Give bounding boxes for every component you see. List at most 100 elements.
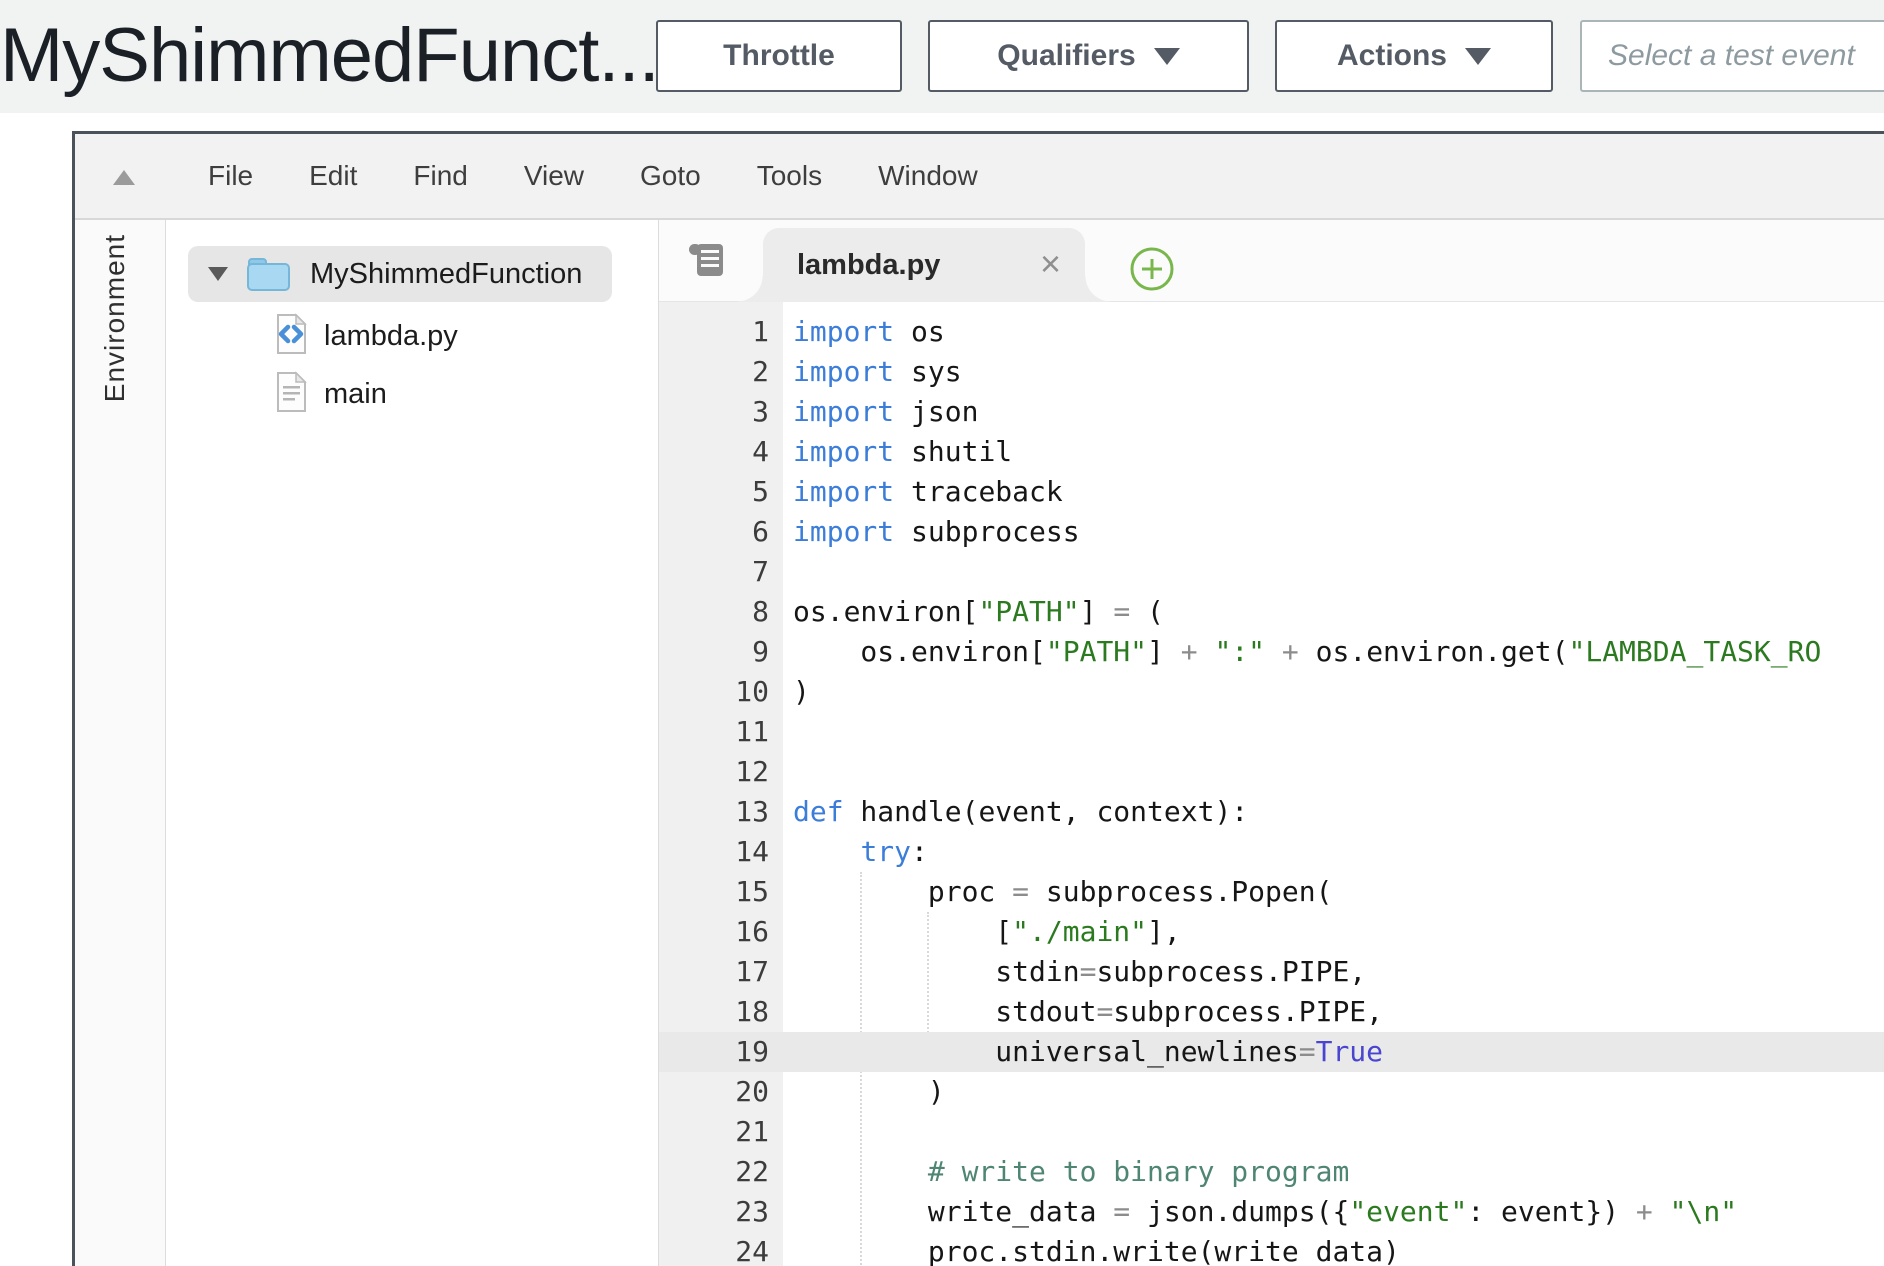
side-tab-strip: Environment	[75, 220, 166, 1266]
tab-lambda-py[interactable]: lambda.py ×	[763, 228, 1085, 302]
tree-folder-row[interactable]: MyShimmedFunction	[188, 246, 612, 302]
line-number: 23	[659, 1192, 783, 1232]
line-number: 2	[659, 352, 783, 392]
new-tab-plus-icon[interactable]	[1129, 246, 1175, 292]
code-text: proc = subprocess.Popen(	[783, 872, 1332, 912]
code-line-1[interactable]: 1import os	[659, 312, 1884, 352]
line-number: 5	[659, 472, 783, 512]
code-line-12[interactable]: 12	[659, 752, 1884, 792]
code-text: def handle(event, context):	[783, 792, 1248, 832]
menu-item-view[interactable]: View	[496, 134, 612, 218]
caret-down-icon	[1465, 48, 1491, 65]
code-line-16[interactable]: 16 ["./main"],	[659, 912, 1884, 952]
code-text: import subprocess	[783, 512, 1080, 552]
qualifiers-button-label: Qualifiers	[997, 39, 1135, 73]
code-text	[783, 552, 793, 592]
menu-item-goto[interactable]: Goto	[612, 134, 729, 218]
menu-item-window[interactable]: Window	[850, 134, 1006, 218]
tree-item-main[interactable]: main	[274, 370, 387, 418]
collapse-editor-icon[interactable]	[113, 170, 135, 185]
line-number: 20	[659, 1072, 783, 1112]
code-line-4[interactable]: 4import shutil	[659, 432, 1884, 472]
folder-label: MyShimmedFunction	[310, 258, 582, 291]
function-name-title: MyShimmedFunct...	[0, 12, 659, 99]
actions-button[interactable]: Actions	[1275, 20, 1553, 92]
code-line-18[interactable]: 18 stdout=subprocess.PIPE,	[659, 992, 1884, 1032]
tab-close-icon[interactable]: ×	[1040, 228, 1061, 300]
code-lines: 1import os2import sys3import json4import…	[659, 302, 1884, 1266]
code-line-8[interactable]: 8os.environ["PATH"] = (	[659, 592, 1884, 632]
code-text	[783, 1112, 793, 1152]
menu-items: FileEditFindViewGotoToolsWindow	[180, 134, 1006, 218]
code-line-19[interactable]: 19 universal_newlines=True	[659, 1032, 1884, 1072]
code-line-22[interactable]: 22 # write to binary program	[659, 1152, 1884, 1192]
code-line-6[interactable]: 6import subprocess	[659, 512, 1884, 552]
line-number: 12	[659, 752, 783, 792]
line-number: 8	[659, 592, 783, 632]
code-line-11[interactable]: 11	[659, 712, 1884, 752]
editor-pane: lambda.py × 1import os2import sys3import…	[659, 220, 1884, 1266]
code-text: stdout=subprocess.PIPE,	[783, 992, 1383, 1032]
code-line-7[interactable]: 7	[659, 552, 1884, 592]
code-line-14[interactable]: 14 try:	[659, 832, 1884, 872]
code-text: os.environ["PATH"] + ":" + os.environ.ge…	[783, 632, 1821, 672]
line-number: 7	[659, 552, 783, 592]
line-number: 18	[659, 992, 783, 1032]
line-number: 21	[659, 1112, 783, 1152]
lambda-console: MyShimmedFunct... Throttle Qualifiers Ac…	[0, 0, 1884, 1266]
code-text: # write to binary program	[783, 1152, 1349, 1192]
line-number: 4	[659, 432, 783, 472]
file-tree-panel: MyShimmedFunction lambda.py main	[166, 220, 659, 1266]
test-event-placeholder: Select a test event	[1608, 39, 1855, 73]
tab-environment[interactable]: Environment	[99, 234, 131, 402]
menu-item-find[interactable]: Find	[385, 134, 495, 218]
test-event-select[interactable]: Select a test event	[1580, 20, 1884, 92]
code-line-2[interactable]: 2import sys	[659, 352, 1884, 392]
throttle-button-label: Throttle	[723, 39, 835, 73]
code-line-20[interactable]: 20 )	[659, 1072, 1884, 1112]
actions-button-label: Actions	[1337, 39, 1447, 73]
code-line-5[interactable]: 5import traceback	[659, 472, 1884, 512]
menu-item-file[interactable]: File	[180, 134, 281, 218]
code-line-13[interactable]: 13def handle(event, context):	[659, 792, 1884, 832]
code-text: os.environ["PATH"] = (	[783, 592, 1164, 632]
line-number: 1	[659, 312, 783, 352]
folder-icon	[246, 256, 292, 292]
editor-menu-bar: FileEditFindViewGotoToolsWindow	[75, 134, 1884, 220]
tab-label: lambda.py	[797, 228, 940, 302]
tree-item-lambda-py[interactable]: lambda.py	[274, 312, 458, 360]
console-header: MyShimmedFunct... Throttle Qualifiers Ac…	[0, 0, 1884, 113]
line-number: 13	[659, 792, 783, 832]
code-text: )	[783, 1072, 945, 1112]
caret-down-icon	[1154, 48, 1180, 65]
code-text: ["./main"],	[783, 912, 1181, 952]
tab-list-icon[interactable]	[685, 237, 731, 283]
line-number: 9	[659, 632, 783, 672]
code-text	[783, 752, 793, 792]
code-line-23[interactable]: 23 write_data = json.dumps({"event": eve…	[659, 1192, 1884, 1232]
menu-item-edit[interactable]: Edit	[281, 134, 385, 218]
editor-tab-bar: lambda.py ×	[659, 220, 1884, 302]
qualifiers-button[interactable]: Qualifiers	[928, 20, 1249, 92]
code-line-3[interactable]: 3import json	[659, 392, 1884, 432]
code-text: proc.stdin.write(write_data)	[783, 1232, 1400, 1266]
code-line-15[interactable]: 15 proc = subprocess.Popen(	[659, 872, 1884, 912]
code-line-21[interactable]: 21	[659, 1112, 1884, 1152]
code-line-17[interactable]: 17 stdin=subprocess.PIPE,	[659, 952, 1884, 992]
expander-caret-icon[interactable]	[208, 267, 228, 281]
code-line-24[interactable]: 24 proc.stdin.write(write_data)	[659, 1232, 1884, 1266]
throttle-button[interactable]: Throttle	[656, 20, 902, 92]
code-text: stdin=subprocess.PIPE,	[783, 952, 1366, 992]
code-line-10[interactable]: 10)	[659, 672, 1884, 712]
code-line-9[interactable]: 9 os.environ["PATH"] + ":" + os.environ.…	[659, 632, 1884, 672]
line-number: 24	[659, 1232, 783, 1266]
file-label: lambda.py	[324, 320, 458, 353]
line-number: 11	[659, 712, 783, 752]
line-number: 16	[659, 912, 783, 952]
line-number: 3	[659, 392, 783, 432]
code-text	[783, 712, 793, 752]
menu-item-tools[interactable]: Tools	[729, 134, 850, 218]
code-text: import traceback	[783, 472, 1063, 512]
code-editor[interactable]: 1import os2import sys3import json4import…	[659, 302, 1884, 1266]
line-number: 19	[659, 1032, 783, 1072]
